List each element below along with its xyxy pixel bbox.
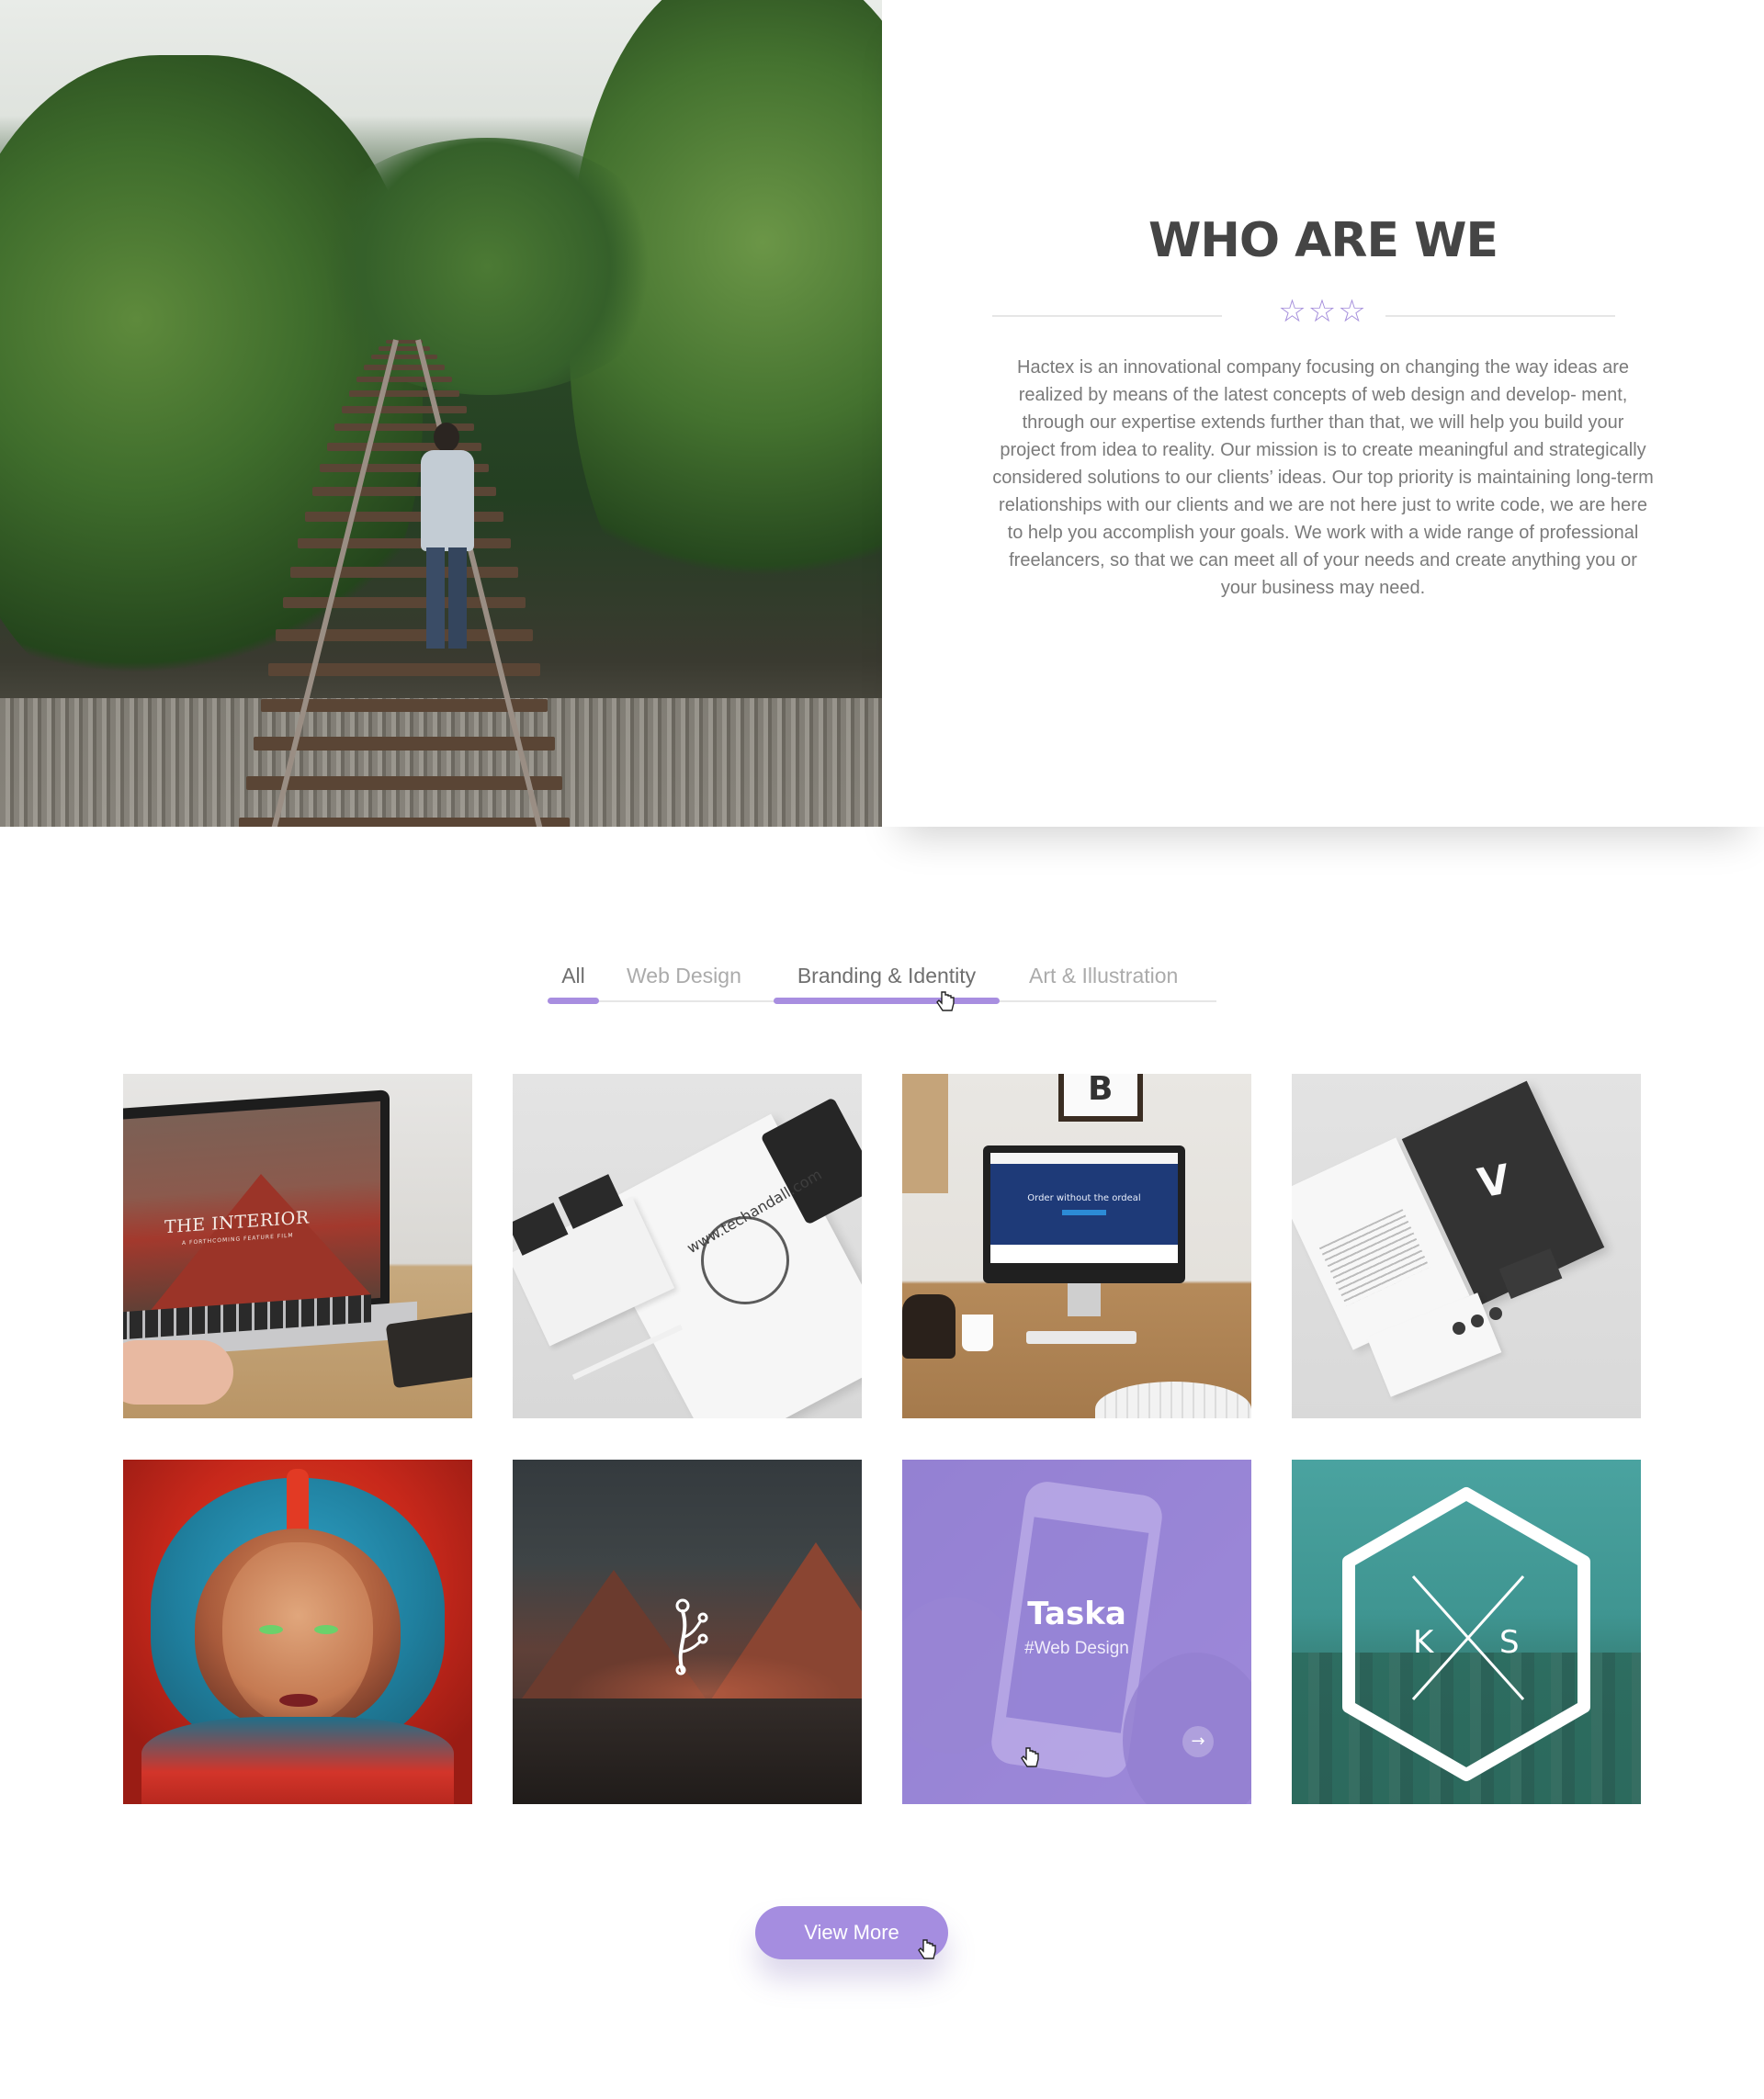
tab-all-indicator [548,998,599,1004]
item-category: #Web Design [1024,1639,1129,1658]
portfolio-filter-tabs: All Web Design Branding & Identity Art &… [548,955,1216,1011]
portfolio-item-laptop[interactable]: THE INTERIOR A FORTHCOMING FEATURE FILM [123,1074,472,1418]
railway-tie [342,406,467,413]
shelf [902,1074,948,1193]
monitor-text: Order without the ordeal [1027,1193,1141,1203]
tab-art-label: Art & Illustration [1029,964,1179,987]
logo-letter-k: K [1413,1624,1435,1661]
button-badge [1453,1322,1465,1335]
hand [123,1340,233,1405]
notebook [385,1310,472,1389]
arrow-right-icon[interactable]: → [1182,1726,1214,1757]
railway-tie [371,355,437,360]
tab-branding-label: Branding & Identity [797,964,977,987]
tab-web-design[interactable]: Web Design [627,955,764,1005]
railway-tie [246,776,562,791]
about-title: WHO ARE WE [1148,213,1498,268]
monitor-stand [1068,1283,1101,1316]
hero-photo [0,0,882,827]
mug [962,1315,993,1351]
hexagon-logo-icon: K S [1342,1487,1590,1781]
portfolio-item-taska[interactable]: Taska #Web Design → [902,1460,1251,1804]
tab-all-label: All [561,964,585,987]
walking-person [406,423,489,671]
forest-center [303,138,671,395]
hand-cursor-icon [935,990,956,1016]
tab-web-design-label: Web Design [627,964,741,987]
item-title: Taska [1027,1596,1126,1632]
eye [259,1625,283,1634]
star-icons: ☆☆☆ [1278,293,1368,330]
monitor: Order without the ordeal [983,1145,1185,1283]
portfolio-item-helmet-art[interactable] [123,1460,472,1804]
about-paragraph: Hactex is an innovational company focusi… [992,357,1654,598]
railway-tie [364,365,445,370]
railway-tie [356,377,452,383]
hand-cursor-icon [1020,1746,1040,1772]
portfolio-item-landscape[interactable] [513,1460,862,1804]
about-panel: WHO ARE WE ☆☆☆ Hactex is an innovational… [882,0,1764,827]
portfolio-item-desk[interactable]: B Order without the ordeal [902,1074,1251,1418]
tab-branding-identity[interactable]: Branding & Identity [774,955,1000,1005]
hand-cursor-icon [917,1938,937,1964]
portfolio-item-ks-logo[interactable]: K S [1292,1460,1641,1804]
button-badge [1489,1307,1502,1320]
frame-letter: B [1088,1074,1114,1108]
portfolio-item-v-stationery[interactable]: V [1292,1074,1641,1418]
portfolio-item-stationery[interactable]: www.techandall.com [513,1074,862,1418]
railway-tie [349,390,459,397]
railway-tie [239,818,570,827]
laptop-screen: THE INTERIOR A FORTHCOMING FEATURE FILM [123,1089,390,1330]
tab-art-illustration[interactable]: Art & Illustration [1029,955,1216,1005]
gravel [0,698,882,827]
tab-all[interactable]: All [548,955,599,1005]
button-badge [1471,1315,1484,1327]
tab-branding-indicator [774,998,1000,1004]
forest-left [0,55,423,717]
railway-tie [283,597,526,609]
bag [902,1294,956,1359]
sprout-logo-icon [664,1593,710,1676]
ground [513,1698,862,1804]
eye [314,1625,338,1634]
keyboard [1026,1331,1136,1344]
letter-frame: B [1058,1074,1143,1122]
divider-right [1385,315,1615,317]
lips [279,1694,318,1707]
chair [1095,1382,1251,1418]
collar [141,1717,454,1804]
logo-letter-s: S [1499,1624,1520,1661]
